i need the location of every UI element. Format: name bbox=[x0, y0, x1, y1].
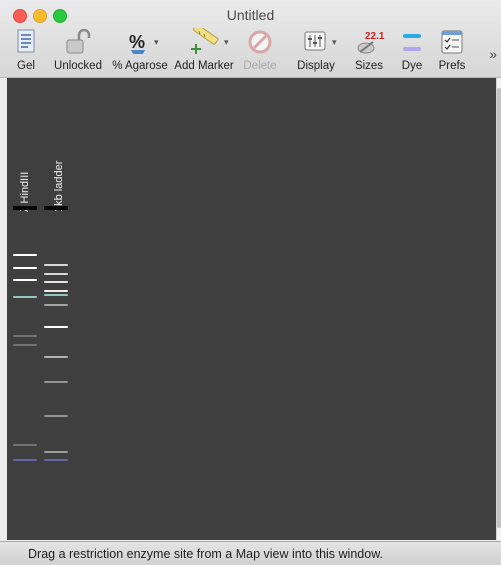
gel-document-icon bbox=[12, 28, 40, 58]
scrollbar-thumb[interactable] bbox=[497, 88, 501, 528]
gel-band bbox=[44, 273, 68, 275]
padlock-open-icon bbox=[54, 28, 102, 58]
gel-band bbox=[44, 281, 68, 283]
prefs-button-label: Prefs bbox=[438, 60, 466, 72]
toolbar: Gel Unlocked % ▾ % Agarose ▾ Add Marker … bbox=[0, 26, 501, 76]
gel-band bbox=[44, 356, 68, 358]
display-button-label: Display bbox=[297, 60, 335, 72]
svg-text:%: % bbox=[129, 32, 145, 52]
gel-band bbox=[13, 267, 37, 269]
gel-band bbox=[13, 296, 37, 298]
display-dropdown-icon: ▾ bbox=[332, 37, 337, 47]
ruler-marker-icon bbox=[178, 28, 230, 58]
status-bar: Drag a restriction enzyme site from a Ma… bbox=[0, 541, 501, 565]
gel-band bbox=[13, 335, 37, 337]
lane-label-text: 1kb ladder bbox=[53, 160, 65, 212]
prefs-checklist-icon bbox=[436, 28, 468, 58]
app-window: Untitled Gel Unlocked % ▾ % Agarose ▾ Ad… bbox=[0, 0, 501, 565]
agarose-button-label: % Agarose bbox=[112, 60, 168, 72]
gel-band bbox=[44, 294, 68, 296]
well-lane-1 bbox=[13, 206, 37, 210]
delete-button-label: Delete bbox=[243, 60, 277, 72]
gel-band bbox=[13, 344, 37, 346]
gel-band bbox=[13, 279, 37, 281]
dye-button[interactable]: Dye bbox=[400, 28, 424, 74]
sizes-badge-icon: 22.1 bbox=[352, 28, 386, 58]
dye-button-label: Dye bbox=[401, 60, 423, 72]
unlocked-button[interactable]: Unlocked bbox=[54, 28, 102, 74]
well-lane-2 bbox=[44, 206, 68, 210]
add-marker-button-label: Add Marker bbox=[174, 60, 234, 72]
gel-band bbox=[44, 304, 68, 306]
agarose-dropdown-icon: ▾ bbox=[154, 37, 159, 47]
add-marker-button[interactable]: ▾ Add Marker bbox=[174, 28, 234, 74]
gel-band bbox=[44, 326, 68, 328]
display-button[interactable]: ▾ Display bbox=[294, 28, 338, 74]
gel-view[interactable]: λ HindIII 1kb ladder bbox=[7, 78, 496, 540]
no-entry-icon bbox=[242, 28, 278, 58]
gel-band bbox=[44, 415, 68, 417]
gel-button[interactable]: Gel bbox=[12, 28, 40, 74]
unlocked-button-label: Unlocked bbox=[54, 60, 102, 72]
delete-button[interactable]: Delete bbox=[242, 28, 278, 74]
dye-bands-icon bbox=[400, 28, 424, 58]
sizes-badge-text: 22.1 bbox=[365, 31, 385, 42]
title-bar: Untitled Gel Unlocked % ▾ % Agarose ▾ Ad… bbox=[0, 0, 501, 78]
toolbar-overflow-icon[interactable]: » bbox=[489, 46, 497, 62]
status-message: Drag a restriction enzyme site from a Ma… bbox=[28, 547, 383, 561]
gel-band bbox=[44, 264, 68, 266]
gel-band bbox=[44, 451, 68, 453]
gel-band bbox=[44, 381, 68, 383]
gel-band bbox=[13, 254, 37, 256]
window-title: Untitled bbox=[226, 7, 275, 23]
gel-band bbox=[13, 444, 37, 446]
gel-band bbox=[44, 290, 68, 292]
sizes-button[interactable]: 22.1 Sizes bbox=[352, 28, 386, 74]
gel-button-label: Gel bbox=[17, 60, 35, 72]
sizes-button-label: Sizes bbox=[354, 60, 384, 72]
gel-band bbox=[13, 459, 37, 461]
add-marker-dropdown-icon: ▾ bbox=[224, 37, 229, 47]
agarose-button[interactable]: % ▾ % Agarose bbox=[112, 28, 168, 74]
vertical-scrollbar[interactable] bbox=[496, 78, 501, 540]
prefs-button[interactable]: Prefs bbox=[436, 28, 468, 74]
gel-band bbox=[44, 459, 68, 461]
